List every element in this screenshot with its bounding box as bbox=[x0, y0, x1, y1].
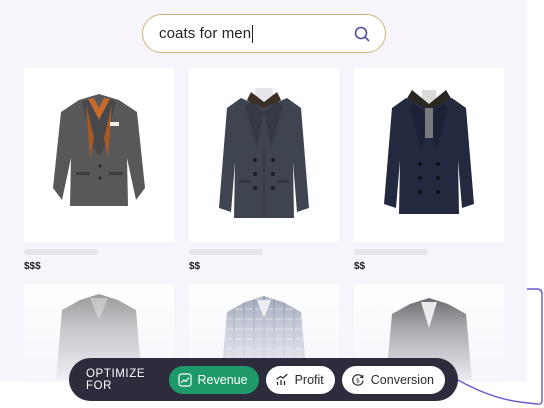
conversion-icon: $ bbox=[351, 373, 364, 386]
revenue-option-button[interactable]: Revenue bbox=[168, 365, 259, 394]
profit-option-button[interactable]: Profit bbox=[265, 365, 335, 394]
profit-option-label: Profit bbox=[294, 372, 324, 387]
conversion-option-label: Conversion bbox=[370, 372, 434, 387]
profit-chart-icon bbox=[275, 373, 288, 385]
revenue-chart-icon bbox=[177, 372, 192, 387]
revenue-option-label: Revenue bbox=[197, 372, 248, 387]
conversion-option-button[interactable]: $ Conversion bbox=[341, 365, 445, 394]
svg-text:$: $ bbox=[356, 376, 360, 384]
optimize-for-bar: OPTIMIZE FOR Revenue Profit $ Conversion bbox=[69, 358, 458, 401]
optimize-for-label: OPTIMIZE FOR bbox=[86, 367, 146, 392]
connector-line bbox=[457, 288, 543, 405]
